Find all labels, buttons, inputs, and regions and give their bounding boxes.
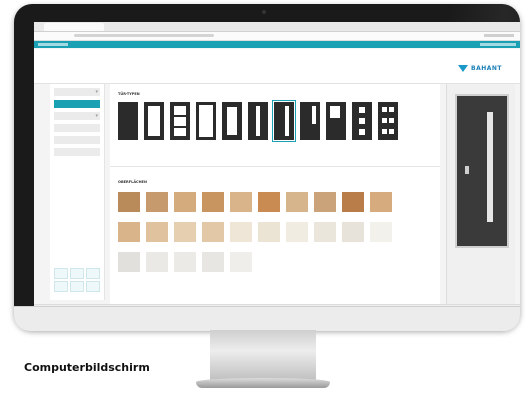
sidebar-tools — [54, 268, 100, 292]
browser-tab[interactable] — [44, 23, 104, 31]
sidebar-item[interactable]: ▾ — [54, 112, 100, 120]
surface-swatch[interactable] — [286, 222, 308, 242]
surface-swatch[interactable] — [174, 222, 196, 242]
top-nav-left[interactable] — [38, 43, 68, 46]
surface-swatch[interactable] — [258, 222, 280, 242]
surface-swatch[interactable] — [202, 192, 224, 212]
door-type-option[interactable] — [248, 102, 268, 140]
surface-swatch[interactable] — [146, 222, 168, 242]
surface-swatch[interactable] — [118, 222, 140, 242]
surface-swatch[interactable] — [314, 222, 336, 242]
monitor-screen: BAHANT ▾ ▾ TÜR-TYPEN OBERFLÄCHEN — [34, 22, 520, 312]
tool-button[interactable] — [86, 268, 100, 279]
section-title-door-types: TÜR-TYPEN — [118, 92, 140, 96]
browser-tab-bar — [34, 22, 520, 32]
tool-button[interactable] — [54, 268, 68, 279]
tool-button[interactable] — [70, 281, 84, 292]
surface-swatch[interactable] — [314, 192, 336, 212]
monitor-chin — [14, 306, 520, 331]
tool-button[interactable] — [86, 281, 100, 292]
chevron-down-icon: ▾ — [95, 113, 98, 119]
heart-icon[interactable] — [70, 268, 84, 279]
logo-text: BAHANT — [471, 64, 502, 72]
door-type-option[interactable] — [118, 102, 138, 140]
sidebar-item[interactable] — [54, 136, 100, 144]
door-type-option[interactable] — [222, 102, 242, 140]
sidebar-item[interactable] — [54, 148, 100, 156]
top-nav-bar — [34, 41, 520, 48]
chevron-down-icon: ▾ — [95, 89, 98, 95]
surface-swatch[interactable] — [230, 252, 252, 272]
door-type-option[interactable] — [378, 102, 398, 140]
surface-swatch[interactable] — [202, 252, 224, 272]
surface-swatch[interactable] — [342, 192, 364, 212]
webcam — [262, 10, 266, 14]
brand-logo[interactable]: BAHANT — [458, 63, 502, 73]
surface-swatch[interactable] — [258, 192, 280, 212]
computer-monitor: BAHANT ▾ ▾ TÜR-TYPEN OBERFLÄCHEN — [14, 4, 520, 330]
browser-controls[interactable] — [484, 34, 514, 37]
door-type-option[interactable] — [326, 102, 346, 140]
door-type-option-selected[interactable] — [272, 100, 296, 142]
browser-address-bar — [34, 32, 520, 41]
door-type-option[interactable] — [196, 102, 216, 140]
surface-swatch-grid — [118, 192, 392, 272]
door-type-list — [118, 100, 398, 142]
door-type-option[interactable] — [300, 102, 320, 140]
door-type-option[interactable] — [144, 102, 164, 140]
surface-swatch[interactable] — [286, 192, 308, 212]
sidebar-item[interactable]: ▾ — [54, 88, 100, 96]
surface-swatch[interactable] — [146, 252, 168, 272]
surface-swatch[interactable] — [118, 192, 140, 212]
door-type-option[interactable] — [352, 102, 372, 140]
surface-swatch[interactable] — [370, 192, 392, 212]
monitor-base — [196, 378, 330, 388]
surface-swatch[interactable] — [174, 252, 196, 272]
url-field[interactable] — [74, 34, 214, 37]
surface-swatch[interactable] — [342, 222, 364, 242]
door-preview-panel — [446, 84, 515, 306]
surface-swatch[interactable] — [202, 222, 224, 242]
logo-mark-icon — [458, 64, 468, 72]
surface-swatch[interactable] — [118, 252, 140, 272]
door-handle — [465, 166, 469, 174]
tool-button[interactable] — [54, 281, 68, 292]
surface-swatch[interactable] — [146, 192, 168, 212]
section-title-surfaces: OBERFLÄCHEN — [118, 180, 147, 184]
sidebar-item[interactable] — [54, 124, 100, 132]
surface-swatch[interactable] — [230, 222, 252, 242]
site-header: BAHANT — [34, 49, 520, 84]
main-content: TÜR-TYPEN OBERFLÄCHEN — [110, 84, 440, 306]
door-preview — [455, 94, 509, 248]
sidebar-item-active[interactable] — [54, 100, 100, 108]
caption-label: Computerbildschirm — [24, 361, 150, 374]
door-type-option[interactable] — [170, 102, 190, 140]
monitor-stand — [210, 330, 316, 382]
surface-swatch[interactable] — [174, 192, 196, 212]
configurator-sidebar: ▾ ▾ — [50, 84, 105, 300]
section-divider — [110, 166, 440, 167]
surface-swatch[interactable] — [230, 192, 252, 212]
surface-swatch[interactable] — [370, 222, 392, 242]
door-preview-glass — [487, 112, 493, 222]
top-nav-right[interactable] — [480, 43, 516, 46]
